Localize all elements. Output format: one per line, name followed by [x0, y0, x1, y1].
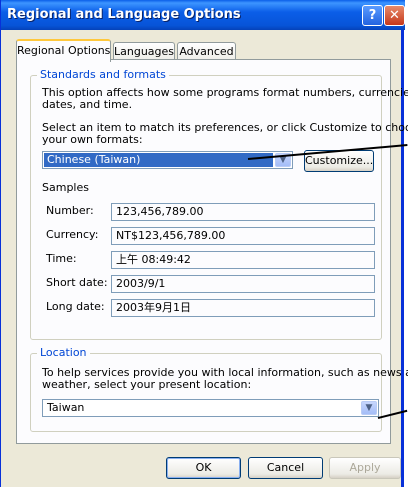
sample-label-short-date: Short date:: [46, 276, 108, 289]
dialog-window: Regional and Language Options ? ✕ Region…: [0, 0, 408, 487]
tab-panel: Standards and formats This option affect…: [16, 59, 408, 444]
location-description-line2: weather, select your present location:: [42, 378, 252, 391]
sample-value-short-date: 2003/9/1: [111, 275, 375, 293]
sample-value-time: 上午 08:49:42: [111, 251, 375, 269]
title-bar[interactable]: Regional and Language Options ? ✕: [1, 0, 405, 30]
location-select[interactable]: Taiwan ▼: [42, 399, 379, 417]
sample-label-currency: Currency:: [46, 228, 99, 241]
location-select-value: Taiwan: [47, 401, 85, 414]
help-button[interactable]: ?: [362, 5, 383, 26]
location-group: Location: [30, 346, 382, 432]
sample-label-number: Number:: [46, 204, 94, 217]
standards-group-title: Standards and formats: [37, 68, 169, 81]
standards-description-line2: dates, and time.: [42, 98, 133, 111]
sample-label-long-date: Long date:: [46, 300, 105, 313]
sample-value-currency: NT$123,456,789.00: [111, 227, 375, 245]
sample-value-long-date: 2003年9月1日: [111, 299, 375, 317]
help-icon: ?: [368, 8, 377, 23]
samples-heading: Samples: [42, 181, 89, 194]
format-select-value: Chinese (Taiwan): [44, 153, 273, 167]
ok-button[interactable]: OK: [166, 457, 241, 479]
location-group-title: Location: [37, 346, 90, 359]
tab-regional-options[interactable]: Regional Options: [16, 39, 111, 62]
window-title: Regional and Language Options: [7, 7, 241, 22]
apply-button[interactable]: Apply: [329, 457, 401, 479]
format-select[interactable]: Chinese (Taiwan) ▼: [42, 151, 293, 169]
close-button[interactable]: ✕: [384, 5, 405, 26]
cancel-button[interactable]: Cancel: [248, 457, 323, 479]
standards-instruction-line2: your own formats:: [42, 133, 143, 146]
sample-label-time: Time:: [46, 252, 77, 265]
sample-value-number: 123,456,789.00: [111, 203, 375, 221]
chevron-down-icon[interactable]: ▼: [361, 401, 377, 415]
close-icon: ✕: [389, 8, 400, 23]
